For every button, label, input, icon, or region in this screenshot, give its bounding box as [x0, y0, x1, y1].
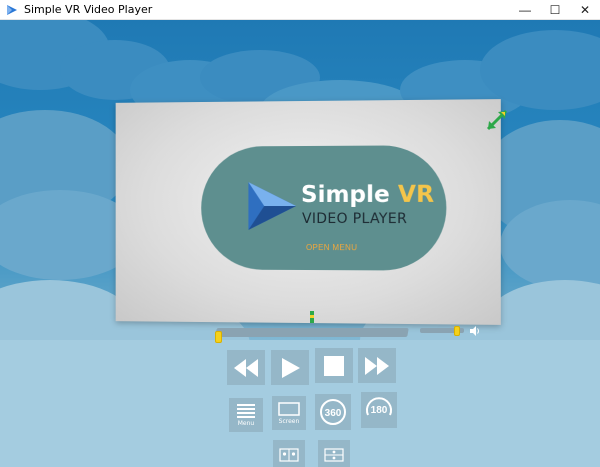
- fast-forward-icon: [363, 355, 391, 377]
- minimize-button[interactable]: —: [510, 0, 540, 20]
- screen-label: Screen: [279, 418, 300, 425]
- rewind-button[interactable]: [227, 350, 265, 385]
- close-icon: ✕: [580, 3, 590, 17]
- menu-label: Menu: [238, 420, 254, 427]
- mode-360-button[interactable]: 360: [315, 394, 351, 430]
- 360-label: 360: [325, 408, 342, 419]
- menu-button[interactable]: Menu: [229, 398, 263, 432]
- vr-scene: Simple VR VIDEO PLAYER OPEN MENU Menu Sc…: [0, 20, 600, 467]
- window-title: Simple VR Video Player: [24, 3, 152, 16]
- menu-icon: [237, 404, 255, 418]
- move-handle-icon[interactable]: [309, 310, 315, 322]
- top-bottom-icon: [324, 448, 344, 462]
- play-icon: [278, 356, 302, 380]
- mode-180-button[interactable]: 180: [361, 392, 397, 428]
- open-menu-link[interactable]: OPEN MENU: [306, 243, 357, 252]
- logo-title: Simple VR: [301, 182, 434, 208]
- logo-word2: VR: [398, 182, 434, 208]
- stop-button[interactable]: [315, 348, 353, 383]
- logo-subtitle: VIDEO PLAYER: [302, 211, 407, 227]
- resize-handle-icon[interactable]: [485, 108, 509, 137]
- title-bar: Simple VR Video Player — ☐ ✕: [0, 0, 600, 20]
- play-logo-icon: [246, 180, 298, 237]
- volume-handle[interactable]: [454, 326, 460, 336]
- stereo-tb-button[interactable]: [318, 440, 350, 467]
- rewind-icon: [232, 357, 260, 379]
- app-icon: [5, 3, 19, 17]
- maximize-button[interactable]: ☐: [540, 0, 570, 20]
- 180-label: 180: [371, 405, 388, 416]
- play-button[interactable]: [271, 350, 309, 385]
- close-button[interactable]: ✕: [570, 0, 600, 20]
- logo-word1: Simple: [301, 182, 390, 208]
- seek-bar[interactable]: [215, 328, 409, 337]
- screen-icon: [278, 402, 300, 416]
- logo-badge: Simple VR VIDEO PLAYER OPEN MENU: [201, 145, 446, 271]
- stereo-sbs-button[interactable]: [273, 440, 305, 467]
- fast-forward-button[interactable]: [358, 348, 396, 383]
- maximize-icon: ☐: [550, 3, 561, 17]
- stop-icon: [323, 355, 345, 377]
- speaker-icon[interactable]: [469, 324, 481, 342]
- video-screen[interactable]: Simple VR VIDEO PLAYER OPEN MENU: [116, 99, 501, 325]
- side-by-side-icon: [279, 448, 299, 462]
- screen-button[interactable]: Screen: [272, 396, 306, 430]
- minimize-icon: —: [519, 3, 531, 17]
- seek-handle[interactable]: [215, 331, 222, 343]
